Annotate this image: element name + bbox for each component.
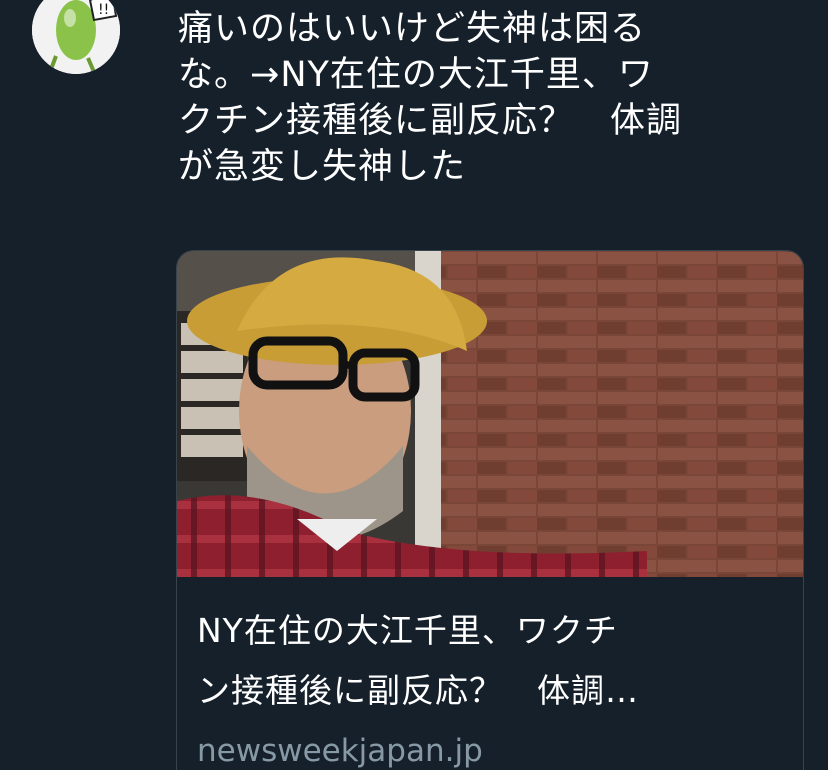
tweet-text-line: 痛いのはいいけど失神は困る <box>178 9 647 49</box>
avatar[interactable]: !! <box>32 0 120 74</box>
card-title-line: NY在住の大江千里、ワクチ <box>197 611 618 650</box>
svg-text:!!: !! <box>98 2 109 18</box>
card-title-line: ン接種後に副反応？ 体調… <box>197 671 639 710</box>
avatar-illustration: !! <box>32 0 120 74</box>
tweet-text-line[interactable]: な。→NY在住の大江千里、ワ <box>178 52 808 98</box>
card-domain[interactable]: newsweekjapan.jp <box>197 733 483 769</box>
article-photo <box>177 251 803 577</box>
tweet-text: 痛いのはいいけど失神は困る な。→NY在住の大江千里、ワ クチン接種後に副反応？… <box>178 6 808 190</box>
tweet-text-line: クチン接種後に副反応？ 体調 <box>178 101 683 141</box>
card-image[interactable] <box>177 251 803 577</box>
tweet-text-line: が急変し失神した <box>178 147 467 187</box>
card-title[interactable]: NY在住の大江千里、ワクチ ン接種後に副反応？ 体調… <box>197 601 787 721</box>
link-preview-card[interactable]: NY在住の大江千里、ワクチ ン接種後に副反応？ 体調… newsweekjapa… <box>176 250 804 770</box>
